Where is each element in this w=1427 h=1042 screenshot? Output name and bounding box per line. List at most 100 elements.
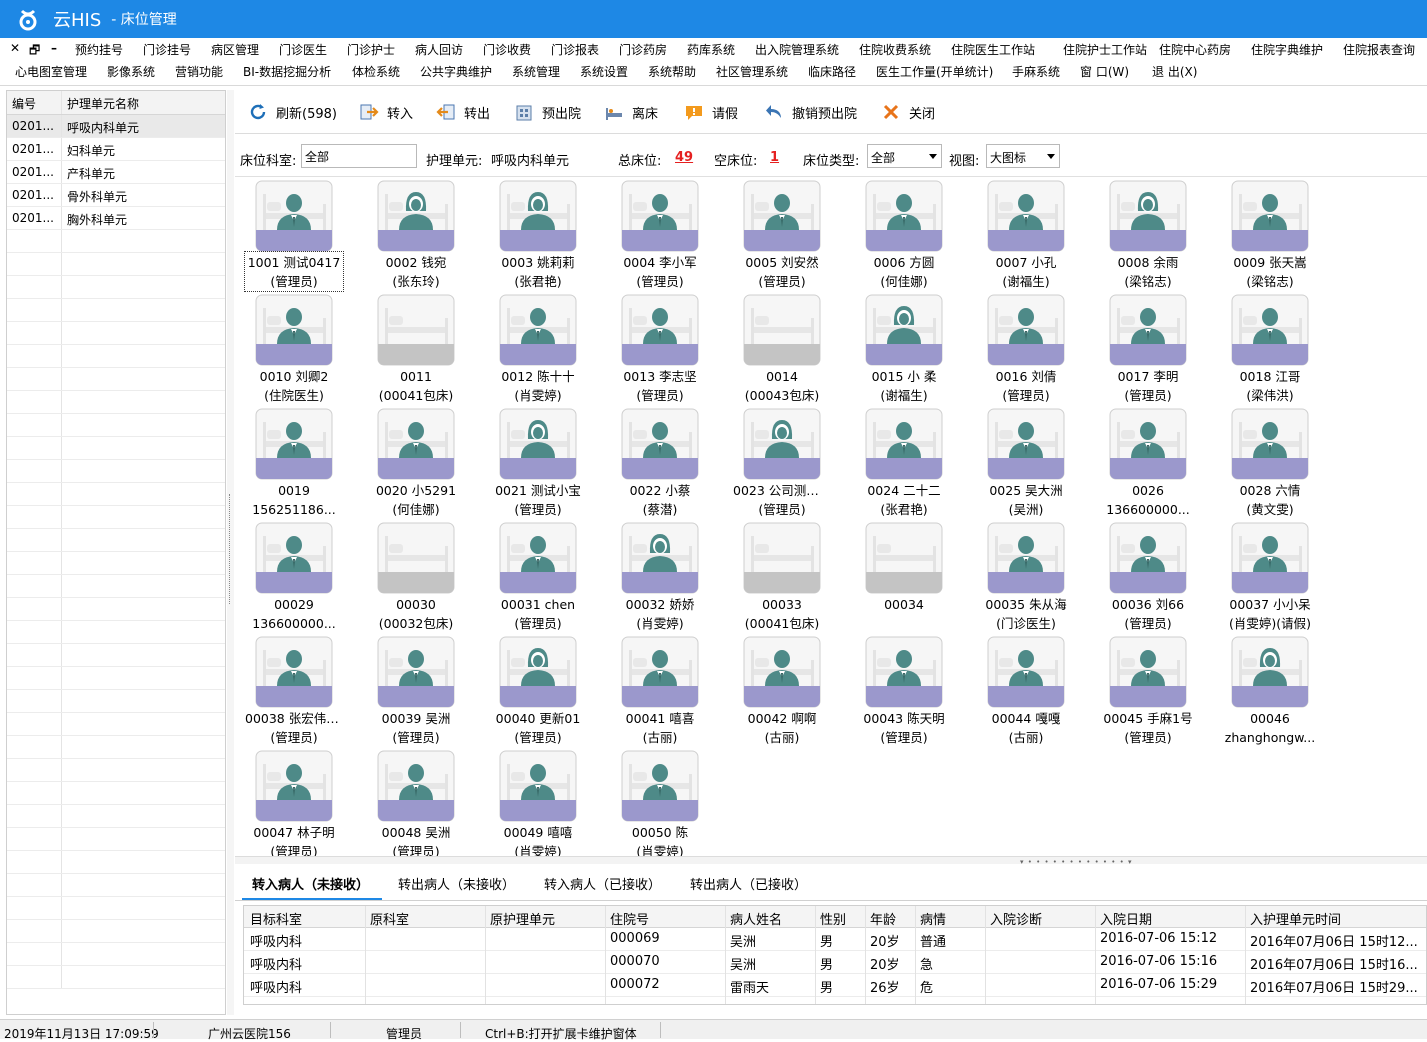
column-header[interactable]: 住院号 [610,909,649,928]
menu-item[interactable]: 社区管理系统 [716,63,788,80]
bed-card[interactable]: 00047 林子明 (管理员) [239,747,349,856]
splitter-grip[interactable] [229,494,232,604]
bed-card[interactable]: 00035 朱从海 (门诊医生) [971,519,1081,633]
bed-card[interactable]: 0017 李明 (管理员) [1093,291,1203,405]
menu-item[interactable]: 住院护士工作站 [1063,41,1147,58]
close-button[interactable]: 关闭 [881,102,935,122]
bed-card[interactable]: 0002 钱宛 (张东玲) [361,177,471,291]
menu-item[interactable]: 临床路径 [808,63,856,80]
bed-card[interactable]: 0020 小5291 (何佳娜) [361,405,471,519]
menu-item[interactable]: 门诊挂号 [143,41,191,58]
transfer-in-button[interactable]: 转入 [359,102,413,122]
bed-card[interactable]: 00034 [849,519,959,633]
menu-item[interactable]: 门诊护士 [347,41,395,58]
menu-item[interactable]: 预约挂号 [75,41,123,58]
bed-card[interactable]: 0012 陈十十 (肖雯婷) [483,291,593,405]
menu-item[interactable]: 手麻系统 [1012,63,1060,80]
menu-item[interactable]: 住院医生工作站 [951,41,1035,58]
table-row[interactable]: 呼吸内科 000072 雷雨天 男 26岁 危 2016-07-06 15:29 2016年0… [244,974,1426,997]
bed-card[interactable]: 00043 陈天明 (管理员) [849,633,959,747]
bed-card[interactable]: 00045 手麻1号 (管理员) [1093,633,1203,747]
leave-bed-button[interactable]: 离床 [604,102,658,122]
bed-card[interactable]: 0025 吴大洲 (吴洲) [971,405,1081,519]
nursing-unit-row[interactable]: 0201... 骨外科单元 [7,184,225,207]
column-header[interactable]: 目标科室 [250,909,302,928]
bed-type-select[interactable]: 全部 [867,144,942,168]
bed-card[interactable]: 0021 测试小宝 (管理员) [483,405,593,519]
bed-card[interactable]: 00044 嘎嘎 (古丽) [971,633,1081,747]
empty-beds-count[interactable]: 1 [770,150,779,165]
menu-item[interactable]: 公共字典维护 [420,63,492,80]
tab-transfer-out-unreceived[interactable]: 转出病人（未接收） [398,874,515,893]
menu-item[interactable]: 门诊收费 [483,41,531,58]
table-row[interactable]: 呼吸内科 000070 吴洲 男 20岁 急 2016-07-06 15:16 2016年07… [244,951,1426,974]
menu-item[interactable]: 住院报表查询 [1343,41,1415,58]
menu-item[interactable]: 住院中心药房 [1159,41,1231,58]
pre-discharge-button[interactable]: 预出院 [514,102,581,122]
table-row[interactable]: 呼吸内科 000069 吴洲 男 20岁 普通 2016-07-06 15:12 2016年0… [244,928,1426,951]
bed-card[interactable]: 1001 测试0417 (管理员) [239,177,349,292]
tab-transfer-out-received[interactable]: 转出病人（已接收） [690,874,807,893]
bed-card[interactable]: 00036 刘66 (管理员) [1093,519,1203,633]
menu-item[interactable]: 病区管理 [211,41,259,58]
horizontal-splitter[interactable]: ▾ • • • • • • • • • • • • ▾ [235,856,1427,866]
total-beds-count[interactable]: 49 [675,150,693,165]
bed-card[interactable]: 00031 chen (管理员) [483,519,593,633]
bed-card[interactable]: 00049 嘻嘻 (肖雯婷) [483,747,593,856]
bed-card[interactable]: 00033 (00041包床) [727,519,837,633]
bed-card[interactable]: 0022 小蔡 (蔡潜) [605,405,715,519]
column-header[interactable]: 病情 [920,909,946,928]
column-header[interactable]: 年龄 [870,909,896,928]
bed-card[interactable]: 0013 李志坚 (管理员) [605,291,715,405]
menu-item[interactable]: 病人回访 [415,41,463,58]
menu-item[interactable]: 系统管理 [512,63,560,80]
bed-card[interactable]: 00038 张宏伟001 (管理员) [239,633,349,747]
bed-card[interactable]: 00039 吴洲 (管理员) [361,633,471,747]
refresh-button[interactable]: 刷新(598) [248,102,337,122]
menu-item[interactable]: 门诊报表 [551,41,599,58]
bed-card[interactable]: 0003 姚莉莉 (张君艳) [483,177,593,291]
column-header[interactable]: 原护理单元 [490,909,555,928]
view-select[interactable]: 大图标 [986,144,1060,168]
bed-card[interactable]: 0026 136600000... [1093,405,1203,519]
mdi-minimize-icon[interactable]: – [51,41,57,55]
cancel-pre-discharge-button[interactable]: 撤销预出院 [764,102,857,122]
bed-card[interactable]: 00030 (00032包床) [361,519,471,633]
bed-card[interactable]: 00029 136600000... [239,519,349,633]
nursing-unit-row[interactable]: 0201... 呼吸内科单元 [7,115,225,138]
bed-card[interactable]: 00041 嘻喜 (古丽) [605,633,715,747]
bed-card[interactable]: 00037 小小呆 (肖雯婷)(请假) [1215,519,1325,633]
bed-card[interactable]: 0014 (00043包床) [727,291,837,405]
menu-item[interactable]: 系统帮助 [648,63,696,80]
column-header[interactable]: 入院诊断 [990,909,1042,928]
bed-card[interactable]: 0008 余雨 (梁铭志) [1093,177,1203,291]
menu-item[interactable]: 系统设置 [580,63,628,80]
bed-card[interactable]: 0006 方圆 (何佳娜) [849,177,959,291]
menu-item[interactable]: BI-数据挖掘分析 [243,63,331,80]
bed-card[interactable]: 0011 (00041包床) [361,291,471,405]
column-header[interactable]: 病人姓名 [730,909,782,928]
mdi-close-icon[interactable]: ✕ [10,41,20,55]
bed-card[interactable]: 0005 刘安然 (管理员) [727,177,837,291]
bed-card[interactable]: 00040 更新01 (管理员) [483,633,593,747]
bed-card[interactable]: 0015 小 柔 (谢福生) [849,291,959,405]
menu-item[interactable]: 门诊医生 [279,41,327,58]
bed-card[interactable]: 00050 陈 (肖雯婷) [605,747,715,856]
column-header[interactable]: 性别 [820,909,846,928]
tab-transfer-in-unreceived[interactable]: 转入病人（未接收） [252,874,369,893]
column-header[interactable]: 入护理单元时间 [1250,909,1341,928]
menu-item[interactable]: 体检系统 [352,63,400,80]
nursing-unit-row[interactable]: 0201... 胸外科单元 [7,207,225,230]
bed-card[interactable]: 0019 156251186... [239,405,349,519]
bed-card[interactable]: 0028 六情 (黄文雯) [1215,405,1325,519]
bed-card[interactable]: 0018 江哥 (梁伟洪) [1215,291,1325,405]
bed-card[interactable]: 0007 小孔 (谢福生) [971,177,1081,291]
transfer-out-button[interactable]: 转出 [436,102,490,122]
menu-item[interactable]: 影像系统 [107,63,155,80]
nursing-unit-row[interactable]: 0201... 妇科单元 [7,138,225,161]
bed-card[interactable]: 00042 啊啊 (古丽) [727,633,837,747]
bed-card[interactable]: 00046 zhanghongw... [1215,633,1325,747]
bed-card[interactable]: 0016 刘倩 (管理员) [971,291,1081,405]
bed-card[interactable]: 00032 娇娇 (肖雯婷) [605,519,715,633]
menu-item[interactable]: 窗 口(W) [1080,63,1129,80]
